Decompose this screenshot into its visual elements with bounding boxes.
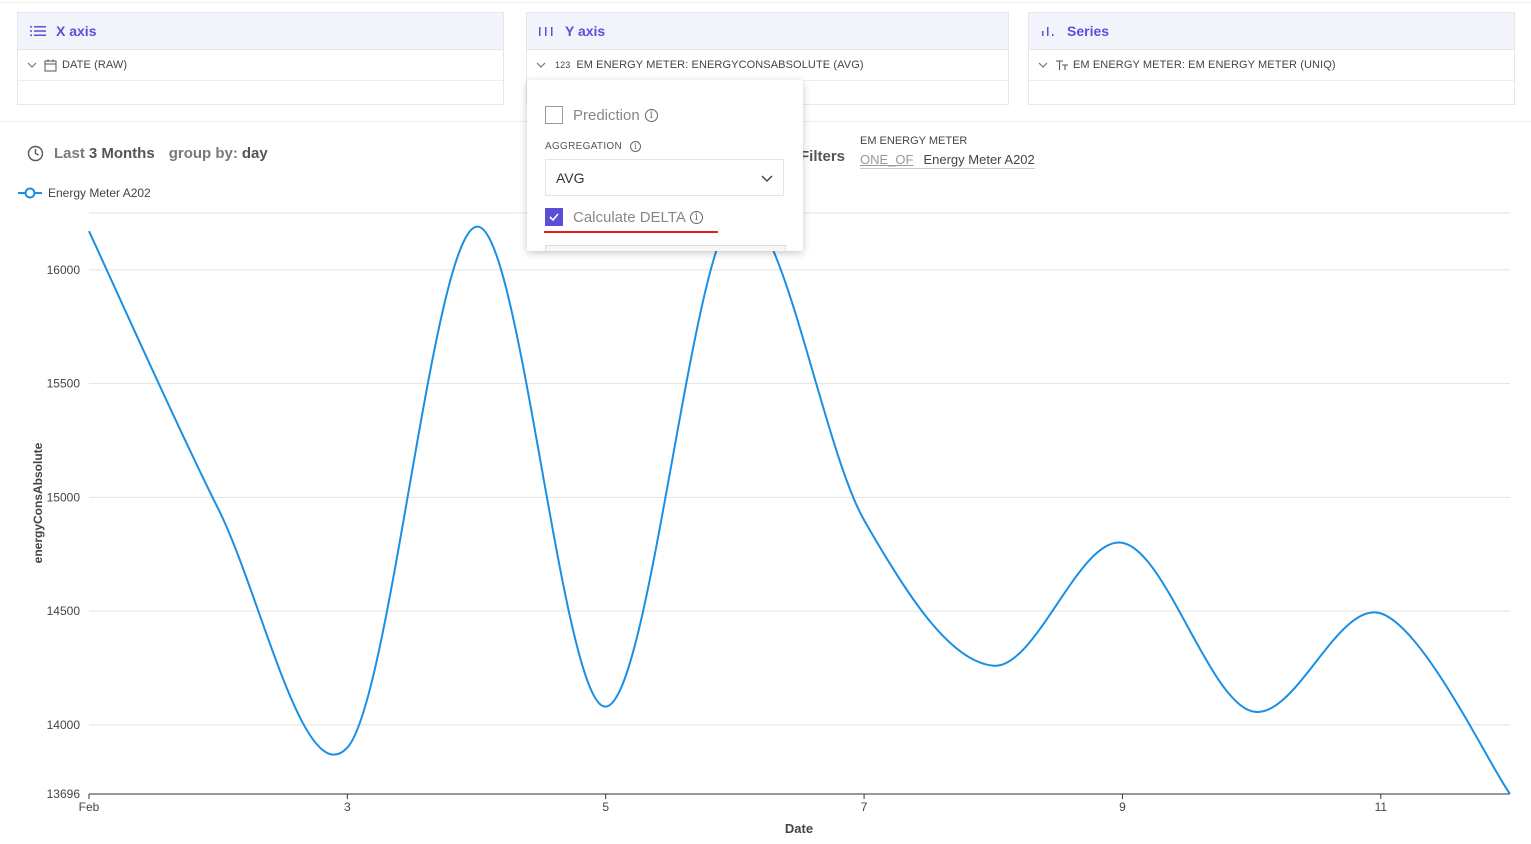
x-tick-label: 5 xyxy=(602,800,609,814)
y-axis-options-dropdown: Prediction i AGGREGATION i AVG Calculate… xyxy=(527,80,803,251)
x-tick-label: 11 xyxy=(1375,800,1388,814)
aggregation-select[interactable]: AVG xyxy=(545,159,784,196)
aggregation-section: AGGREGATION i xyxy=(545,141,642,152)
y-tick-label: 15500 xyxy=(47,377,81,391)
y-axis-label: energyConsAbsolute xyxy=(31,442,45,563)
y-tick-label: 14500 xyxy=(47,604,81,618)
x-tick-label: 7 xyxy=(861,800,868,814)
y-tick-label: 15000 xyxy=(47,490,81,504)
prediction-option[interactable]: Prediction i xyxy=(545,106,658,124)
x-tick-label: 3 xyxy=(344,800,351,814)
x-tick-label: 9 xyxy=(1119,800,1126,814)
aggregation-label: AGGREGATION xyxy=(545,141,623,152)
y-tick-label: 16000 xyxy=(47,263,81,277)
info-icon[interactable]: i xyxy=(644,108,658,122)
delta-label: Calculate DELTA xyxy=(573,208,686,226)
x-tick-label: Feb xyxy=(79,800,100,814)
y-tick-label: 14000 xyxy=(47,718,81,732)
prediction-checkbox[interactable] xyxy=(545,106,563,124)
delta-option[interactable]: Calculate DELTA i xyxy=(545,208,703,226)
delta-checkbox[interactable] xyxy=(545,208,563,226)
chevron-down-icon xyxy=(761,175,773,182)
aggregation-value: AVG xyxy=(556,169,585,186)
checkmark-icon xyxy=(549,213,559,222)
dropdown-next-field[interactable] xyxy=(545,245,786,251)
red-underline-annotation xyxy=(544,231,718,233)
info-icon[interactable]: i xyxy=(689,210,703,224)
prediction-label: Prediction xyxy=(573,106,640,124)
series-line-energy-meter-a202 xyxy=(88,209,1511,795)
y-tick-label: 13696 xyxy=(47,787,81,801)
info-icon[interactable]: i xyxy=(630,141,642,152)
x-axis-label: Date xyxy=(785,821,813,836)
